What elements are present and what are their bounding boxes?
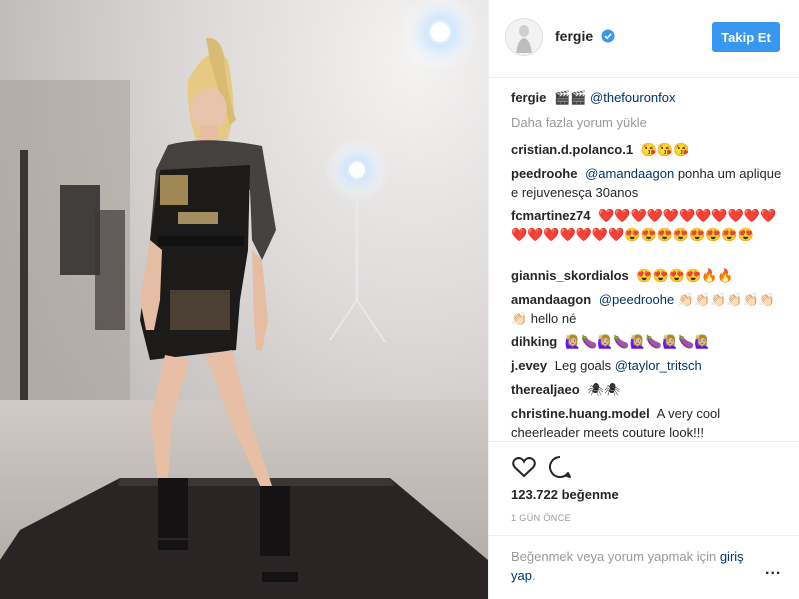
avatar[interactable] (505, 18, 543, 56)
post-sidebar: fergie Takip Et fergie 🎬🎬 @thefouronfox … (488, 0, 799, 599)
caption: fergie 🎬🎬 @thefouronfox (511, 88, 787, 107)
login-prompt-end: . (531, 568, 536, 583)
heart-icon[interactable] (511, 454, 537, 480)
comment-username[interactable]: amandaagon (511, 292, 591, 307)
likes-count[interactable]: 123.722 beğenme (511, 487, 619, 502)
comment-username[interactable]: peedroohe (511, 166, 577, 181)
comment-item: dihking 🙋🏼‍♀️🍆🙋🏼‍♀️🍆🙋🏼‍♀️🍆🙋🏼‍♀️🍆🙋🏼‍♀️ (511, 332, 787, 351)
comment-username[interactable]: dihking (511, 334, 557, 349)
divider (489, 535, 799, 536)
comment-item: peedroohe @amandaagon ponha um aplique e… (511, 164, 787, 202)
comment-item: cristian.d.polanco.1 😘😘😘 (511, 140, 787, 159)
comment-username[interactable]: christine.huang.model (511, 406, 650, 421)
comment-item: christine.huang.model A very cool cheerl… (511, 404, 787, 441)
comment-text: Leg goals (554, 358, 612, 373)
comment-mention[interactable]: @peedroohe (599, 292, 674, 307)
follow-button[interactable]: Takip Et (712, 22, 780, 52)
header-username[interactable]: fergie (555, 28, 593, 44)
post-header: fergie Takip Et (489, 0, 799, 78)
comment-item: amandaagon @peedroohe 👏🏻👏🏻👏🏻👏🏻👏🏻👏🏻👏🏻 hel… (511, 290, 787, 328)
comment-username[interactable]: giannis_skordialos (511, 268, 629, 283)
post-actions: 123.722 beğenme 1 GÜN ÖNCE Beğenmek veya… (489, 441, 799, 599)
avatar-image (506, 19, 542, 55)
comments-list: fergie 🎬🎬 @thefouronfox Daha fazla yorum… (489, 78, 799, 441)
caption-mention[interactable]: @thefouronfox (590, 90, 675, 105)
comment-username[interactable]: j.evey (511, 358, 547, 373)
comment-item: giannis_skordialos 😍😍😍😍🔥🔥 (511, 266, 787, 285)
comment-icon[interactable] (547, 454, 573, 480)
studio-photo (0, 0, 488, 599)
post-time[interactable]: 1 GÜN ÖNCE (511, 513, 571, 523)
more-options-button[interactable]: ... (765, 561, 781, 579)
comment-mention[interactable]: @taylor_tritsch (615, 358, 702, 373)
login-prompt: Beğenmek veya yorum yapmak için giriş ya… (511, 547, 761, 585)
verified-badge-icon (601, 29, 615, 43)
instagram-post: fergie Takip Et fergie 🎬🎬 @thefouronfox … (0, 0, 799, 599)
comment-text: 😘😘😘 (640, 142, 690, 157)
comment-item: therealjaeo 🕷🕷 (511, 380, 787, 399)
caption-emojis: 🎬🎬 (554, 90, 587, 105)
comment-username[interactable]: therealjaeo (511, 382, 580, 397)
caption-username[interactable]: fergie (511, 90, 546, 105)
comment-item: j.evey Leg goals @taylor_tritsch (511, 356, 787, 375)
comment-text: 😍😍😍😍🔥🔥 (636, 268, 734, 283)
load-more-comments-link[interactable]: Daha fazla yorum yükle (511, 115, 647, 130)
comment-username[interactable]: fcmartinez74 (511, 208, 590, 223)
comment-mention[interactable]: @amandaagon (585, 166, 674, 181)
login-prompt-text: Beğenmek veya yorum yapmak için (511, 549, 717, 564)
comment-username[interactable]: cristian.d.polanco.1 (511, 142, 633, 157)
post-photo[interactable] (0, 0, 488, 599)
comment-item: fcmartinez74 ❤️❤️❤️❤️❤️❤️❤️❤️❤️❤️❤️❤️❤️❤… (511, 206, 787, 244)
comment-text: 🙋🏼‍♀️🍆🙋🏼‍♀️🍆🙋🏼‍♀️🍆🙋🏼‍♀️🍆🙋🏼‍♀️ (564, 334, 711, 349)
comment-text: 🕷🕷 (587, 382, 621, 397)
